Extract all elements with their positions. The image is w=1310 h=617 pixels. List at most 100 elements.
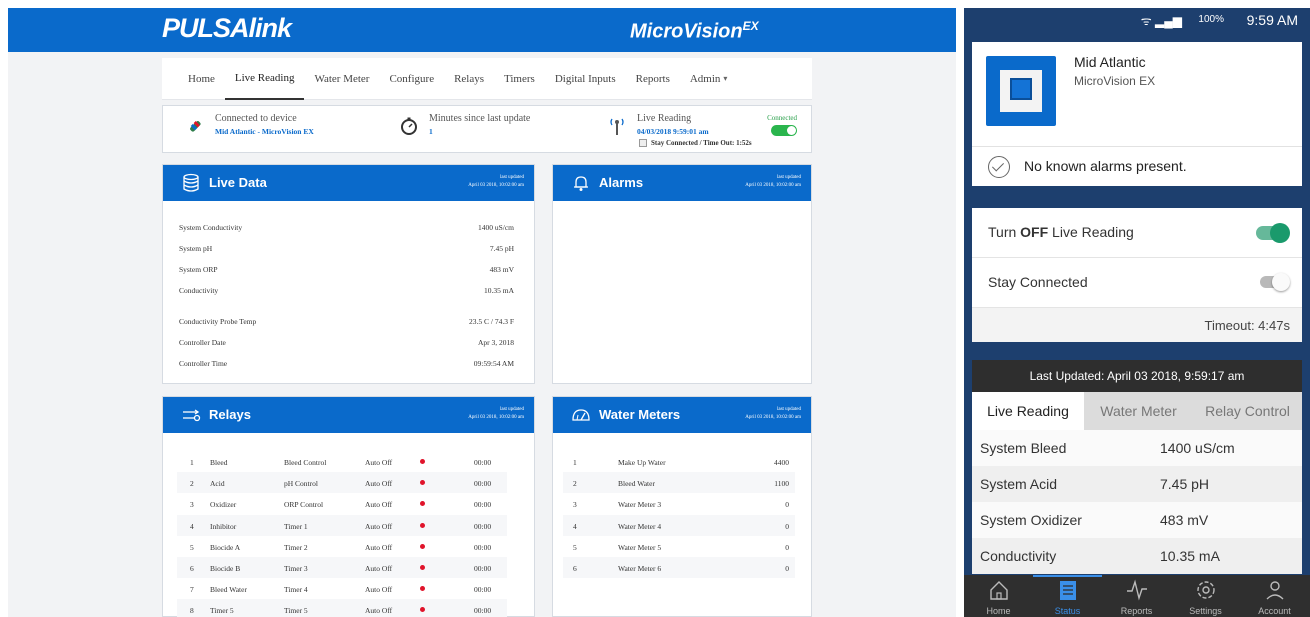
relay-time: 00:00 xyxy=(474,479,492,489)
live-data-value: 10.35 mA xyxy=(484,286,514,295)
relay-row[interactable]: 1 Bleed Bleed Control Auto Off 00:00 xyxy=(177,451,507,472)
relay-name: Acid xyxy=(210,479,225,489)
device-card[interactable]: Mid Atlantic MicroVision EX No known ala… xyxy=(972,42,1302,186)
product-name: MicroVisionEX xyxy=(630,19,759,44)
bottom-nav-settings[interactable]: Settings xyxy=(1171,575,1240,617)
stay-connected-checkbox[interactable] xyxy=(639,139,647,147)
water-meters-updated-value: April 03 2018, 10:02:00 am xyxy=(745,415,801,420)
connected-device-link[interactable]: Mid Atlantic - MicroVision EX xyxy=(215,127,314,136)
relay-row[interactable]: 5 Biocide A Timer 2 Auto Off 00:00 xyxy=(177,536,507,557)
relay-number: 2 xyxy=(190,479,194,489)
bottom-nav: Home Status Reports Settings Account xyxy=(964,575,1310,617)
nav-relays[interactable]: Relays xyxy=(444,58,494,100)
reading-row: System Acid 7.45 pH xyxy=(972,466,1302,502)
relay-time: 00:00 xyxy=(474,542,492,552)
relay-row[interactable]: 8 Timer 5 Timer 5 Auto Off 00:00 xyxy=(177,599,507,617)
relay-name: Bleed Water xyxy=(210,585,247,595)
relay-time: 00:00 xyxy=(474,606,492,616)
relay-name: Timer 5 xyxy=(210,606,234,616)
home-icon xyxy=(988,579,1010,601)
live-reading-toggle-row[interactable]: Turn OFF Live Reading xyxy=(972,208,1302,258)
live-data-value: 7.45 pH xyxy=(489,244,514,253)
water-meter-row[interactable]: 3 Water Meter 3 0 xyxy=(563,493,795,514)
nav-live-reading[interactable]: Live Reading xyxy=(224,58,305,100)
reading-label: System Oxidizer xyxy=(980,512,1082,528)
nav-home[interactable]: Home xyxy=(178,58,225,100)
product-name-sup: EX xyxy=(742,19,759,33)
bottom-nav-label: Reports xyxy=(1120,606,1153,616)
relay-control: Timer 1 xyxy=(284,521,308,531)
relay-time: 00:00 xyxy=(474,521,492,531)
desktop-app: PULSAlink MicroVisionEX Home Live Reading… xyxy=(8,8,956,617)
water-meter-row[interactable]: 6 Water Meter 6 0 xyxy=(563,557,795,578)
tab-water-meter[interactable]: Water Meter xyxy=(1084,392,1193,430)
settings-gear-icon xyxy=(1195,579,1217,601)
water-meters-updated: last updated April 03 2018, 10:02:00 am xyxy=(745,406,801,422)
relay-mode: Auto Off xyxy=(365,479,393,489)
relay-number: 3 xyxy=(190,500,194,510)
relays-updated-value: April 03 2018, 10:02:00 am xyxy=(468,415,524,420)
reading-label: System Acid xyxy=(980,476,1058,492)
relay-time: 00:00 xyxy=(474,585,492,595)
stay-connected-row[interactable]: Stay Connected xyxy=(972,258,1302,308)
device-name: Mid Atlantic xyxy=(1074,54,1146,70)
live-data-value: 483 mV xyxy=(489,265,514,274)
relay-row[interactable]: 3 Oxidizer ORP Control Auto Off 00:00 xyxy=(177,493,507,514)
alarms-title: Alarms xyxy=(599,175,644,190)
signal-icon: ᯤ ▂▄▆ xyxy=(1140,14,1182,28)
nav-configure[interactable]: Configure xyxy=(379,58,444,100)
tab-live-reading[interactable]: Live Reading xyxy=(972,392,1084,430)
brand-logo[interactable]: PULSAlink xyxy=(162,13,292,44)
relay-row[interactable]: 4 Inhibitor Timer 1 Auto Off 00:00 xyxy=(177,514,507,536)
bottom-nav-reports[interactable]: Reports xyxy=(1102,575,1171,617)
relay-status-dot xyxy=(420,501,425,507)
bottom-nav-label: Account xyxy=(1258,606,1291,616)
alarms-updated-label: last updated xyxy=(776,175,801,180)
device-chip-icon xyxy=(1010,78,1032,100)
relay-mode: Auto Off xyxy=(365,542,393,552)
bottom-nav-account[interactable]: Account xyxy=(1240,575,1309,617)
stay-connected-label: Stay Connected / Time Out: 1:52s xyxy=(651,139,752,147)
battery-level: 100% xyxy=(1198,14,1224,25)
connection-settings-card: Turn OFF Live Reading Stay Connected Tim… xyxy=(972,208,1302,342)
reading-value: 483 mV xyxy=(1160,512,1209,528)
reports-pulse-icon xyxy=(1126,579,1148,601)
relay-mode: Auto Off xyxy=(365,458,393,467)
product-name-text: MicroVision xyxy=(630,20,743,43)
nav-water-meter[interactable]: Water Meter xyxy=(304,58,379,100)
bottom-nav-label: Home xyxy=(986,606,1011,616)
relay-row[interactable]: 7 Bleed Water Timer 4 Auto Off 00:00 xyxy=(177,578,507,599)
stay-connected-switch[interactable] xyxy=(1260,273,1290,291)
nav-digital-inputs[interactable]: Digital Inputs xyxy=(545,58,626,100)
relay-status-dot xyxy=(420,543,425,549)
top-header-bar: PULSAlink MicroVisionEX xyxy=(8,8,956,52)
live-data-label: Controller Date xyxy=(179,338,226,347)
live-data-label: System Conductivity xyxy=(179,223,243,232)
water-meter-name: Water Meter 4 xyxy=(618,521,662,531)
minutes-cell: Minutes since last update 1 xyxy=(399,110,599,150)
live-reading-switch[interactable] xyxy=(1256,223,1290,243)
relay-row[interactable]: 6 Biocide B Timer 3 Auto Off 00:00 xyxy=(177,557,507,578)
relay-status-dot xyxy=(420,522,425,528)
relay-number: 5 xyxy=(190,542,194,552)
live-data-title: Live Data xyxy=(209,175,267,190)
tab-relay-control[interactable]: Relay Control xyxy=(1193,392,1302,430)
nav-timers[interactable]: Timers xyxy=(494,58,545,100)
water-meter-row[interactable]: 1 Make Up Water 4400 xyxy=(563,451,795,472)
bottom-nav-home[interactable]: Home xyxy=(964,575,1033,617)
antenna-icon xyxy=(610,118,624,135)
water-meter-row[interactable]: 5 Water Meter 5 0 xyxy=(563,536,795,557)
nav-reports[interactable]: Reports xyxy=(626,58,680,100)
water-meter-value: 0 xyxy=(785,542,789,552)
water-meter-row[interactable]: 4 Water Meter 4 0 xyxy=(563,514,795,536)
relay-mode: Auto Off xyxy=(365,606,393,616)
bottom-nav-status[interactable]: Status xyxy=(1033,575,1102,617)
relay-row[interactable]: 2 Acid pH Control Auto Off 00:00 xyxy=(177,472,507,494)
live-reading-toggle[interactable] xyxy=(771,125,797,136)
live-data-updated-label: last updated xyxy=(499,175,524,180)
connected-state-label: Connected xyxy=(767,114,797,122)
water-meter-row[interactable]: 2 Bleed Water 1100 xyxy=(563,472,795,494)
relay-status-dot xyxy=(420,586,425,592)
live-data-label: Controller Time xyxy=(179,359,228,368)
live-data-row: System ORP 483 mV xyxy=(179,265,514,274)
